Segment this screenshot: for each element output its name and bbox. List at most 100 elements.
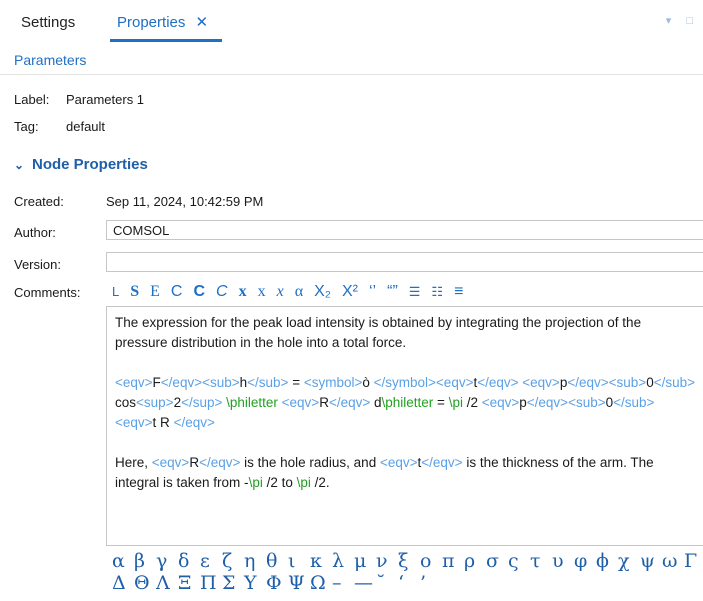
bold-x-tool[interactable]: x [239, 282, 247, 302]
node-properties-header[interactable]: ⌄ Node Properties [14, 156, 148, 173]
bullet-list-icon[interactable]: ☰ [409, 282, 421, 302]
greek-symbol-button[interactable]: ˘ [376, 572, 398, 594]
version-field[interactable] [106, 252, 703, 272]
greek-symbol-button[interactable]: Σ [222, 572, 244, 594]
greek-symbol-button[interactable]: θ [266, 550, 288, 572]
greek-symbol-button[interactable]: Θ [134, 572, 156, 594]
text-run: cos [115, 395, 137, 410]
text-run: <eqv> [151, 455, 190, 470]
comments-editor[interactable]: The expression for the peak load intensi… [106, 306, 703, 546]
tag-caption: Tag: [14, 119, 39, 134]
greek-symbol-button[interactable]: ν [376, 550, 398, 572]
greek-symbol-button[interactable]: γ [156, 550, 178, 572]
text-run: </eqv> [199, 455, 241, 470]
text-run: </sub> [613, 395, 655, 410]
text-run: \philetter [381, 395, 434, 410]
comment-format-toolbar: L S E C C Cx x x α X₂ X² ‘’ “” ☰ ☷ ≡ [112, 282, 474, 302]
greek-symbol-button[interactable]: β [134, 550, 156, 572]
text-run: <eqv> [435, 375, 474, 390]
italic-c-tool[interactable]: C [216, 282, 228, 302]
author-field[interactable]: COMSOL [106, 220, 703, 240]
greek-symbol-button[interactable]: ψ [640, 550, 662, 572]
greek-symbol-button[interactable]: τ [530, 550, 552, 572]
comments-caption: Comments: [14, 285, 81, 300]
greek-symbol-button[interactable]: υ [552, 550, 574, 572]
plain-text-tool[interactable]: L [112, 282, 119, 302]
text-run: <eqv> [115, 375, 153, 390]
greek-symbol-button[interactable]: Ξ [178, 572, 200, 594]
greek-symbol-button[interactable]: μ [354, 550, 376, 572]
greek-symbol-button[interactable]: δ [178, 550, 200, 572]
text-run: <sub> [608, 375, 647, 390]
tab-properties[interactable]: Properties ✕ [117, 14, 208, 32]
text-run: \pi [448, 395, 463, 410]
greek-symbol-button[interactable]: α [112, 550, 134, 572]
close-icon[interactable]: ✕ [196, 14, 209, 31]
greek-symbol-button[interactable]: – [332, 572, 354, 594]
greek-symbol-button[interactable]: Δ [112, 572, 134, 594]
greek-symbol-button[interactable]: χ [618, 550, 640, 572]
serif-tool[interactable]: E [150, 282, 160, 302]
double-quote-tool[interactable]: “” [387, 282, 398, 302]
greek-symbol-button[interactable]: ο [420, 550, 442, 572]
comment-paragraph-3: Here, <eqv>R</eqv> is the hole radius, a… [115, 453, 697, 493]
sans-c-tool[interactable]: C [171, 282, 183, 302]
text-run: is the hole radius, and [240, 455, 380, 470]
text-run: <symbol> [303, 375, 363, 390]
greek-symbol-button[interactable]: π [442, 550, 464, 572]
greek-symbol-button[interactable]: λ [332, 550, 354, 572]
active-tab-indicator [110, 39, 222, 42]
greek-symbol-button[interactable]: Ω [310, 572, 332, 594]
text-run: </eqv> [477, 375, 523, 390]
superscript-tool[interactable]: X² [342, 282, 358, 302]
italic-x-tool[interactable]: x [277, 282, 284, 302]
text-run: \philetter [226, 395, 282, 410]
greek-symbol-button[interactable]: Π [200, 572, 222, 594]
bold-serif-tool[interactable]: S [130, 282, 139, 302]
text-run: <eqv> [281, 395, 320, 410]
greek-symbol-button[interactable]: ’ [420, 572, 442, 594]
greek-symbol-button[interactable]: ‘ [398, 572, 420, 594]
text-run: <eqv> [522, 375, 560, 390]
greek-symbol-button[interactable]: σ [486, 550, 508, 572]
greek-symbol-button[interactable]: Φ [266, 572, 288, 594]
label-value: Parameters 1 [66, 92, 145, 107]
text-run: /2 to [262, 475, 297, 490]
text-run: ò [362, 375, 374, 390]
greek-symbol-button[interactable]: ζ [222, 550, 244, 572]
greek-symbol-button[interactable]: ω [662, 550, 684, 572]
greek-symbol-button[interactable]: ε [200, 550, 222, 572]
text-run: </eqv> [173, 415, 215, 430]
chevron-down-icon[interactable]: ⌄ [14, 158, 32, 172]
version-caption: Version: [14, 257, 61, 272]
greek-symbol-button[interactable]: Λ [156, 572, 178, 594]
greek-symbol-button[interactable]: — [354, 572, 376, 594]
indent-list-icon[interactable]: ≡ [454, 282, 463, 302]
single-quote-tool[interactable]: ‘’ [369, 282, 376, 302]
bold-c-tool[interactable]: C [193, 282, 205, 302]
serif-x-tool[interactable]: x [258, 282, 266, 302]
greek-symbol-button[interactable]: ξ [398, 550, 420, 572]
greek-tool[interactable]: α [295, 282, 303, 302]
tag-value: default [66, 119, 106, 134]
author-caption: Author: [14, 225, 56, 240]
greek-symbol-button[interactable]: ρ [464, 550, 486, 572]
numbered-list-icon[interactable]: ☷ [431, 282, 443, 302]
greek-symbol-button[interactable]: Γ [684, 550, 703, 572]
greek-symbol-button[interactable]: Υ [244, 572, 266, 594]
window-controls-icon[interactable]: ▾ □ [666, 14, 699, 27]
greek-symbol-button[interactable]: ς [508, 550, 530, 572]
text-run: <eqv> [481, 395, 520, 410]
text-run: F [152, 375, 161, 390]
greek-symbol-button[interactable]: κ [310, 550, 332, 572]
section-divider [0, 74, 703, 75]
greek-symbol-button[interactable]: η [244, 550, 266, 572]
tab-settings[interactable]: Settings [21, 14, 75, 32]
subscript-tool[interactable]: X₂ [314, 282, 331, 302]
text-run: 2 [173, 395, 182, 410]
greek-symbol-button[interactable]: φ [574, 550, 596, 572]
greek-symbol-button[interactable]: Ψ [288, 572, 310, 594]
greek-symbol-button[interactable]: ι [288, 550, 310, 572]
text-run: </sup> [181, 395, 227, 410]
greek-symbol-button[interactable]: ϕ [596, 550, 618, 572]
